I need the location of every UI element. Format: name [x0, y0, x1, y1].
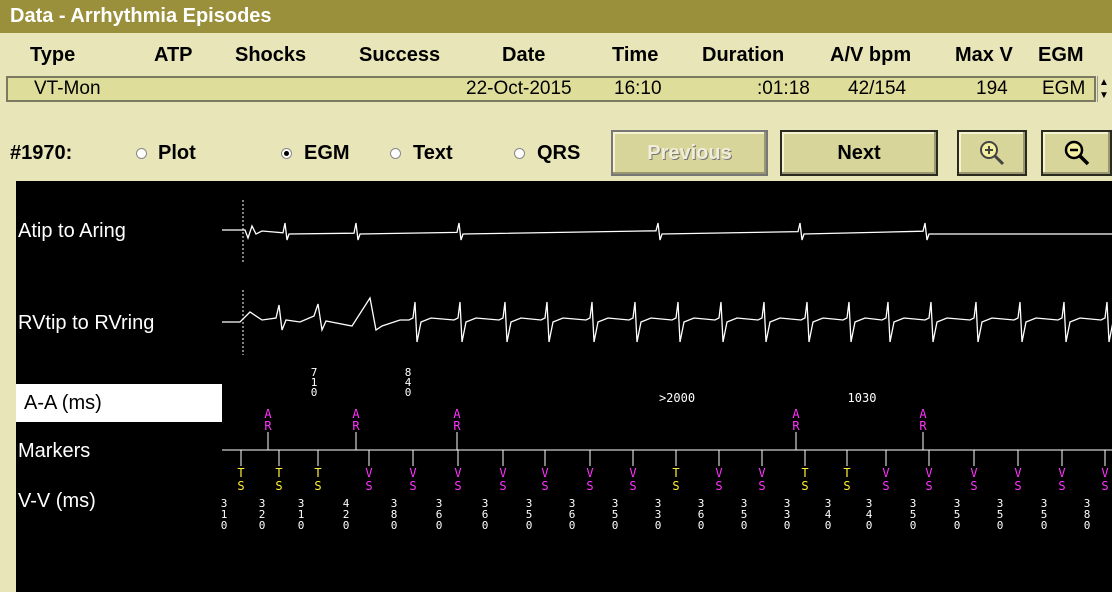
col-egm[interactable]: EGM [1038, 44, 1084, 67]
radio-plot[interactable] [136, 148, 147, 159]
radio-text-label[interactable]: Text [413, 142, 453, 165]
next-button[interactable]: Next [780, 130, 938, 176]
radio-text[interactable] [390, 148, 401, 159]
aa-interval-label: A-A (ms) [16, 384, 222, 422]
row-scroll-arrows[interactable]: ▲ ▼ [1097, 76, 1110, 102]
zoom-in-button[interactable] [957, 130, 1027, 176]
cell-time: 16:10 [614, 78, 662, 99]
col-duration[interactable]: Duration [702, 44, 784, 67]
cell-egm: EGM [1042, 78, 1086, 99]
vv-interval-label: V-V (ms) [18, 490, 96, 512]
col-shocks[interactable]: Shocks [235, 44, 306, 67]
view-controls: #1970: Plot EGM Text QRS Previous Next [0, 128, 1112, 178]
cell-av-bpm: 42/154 [848, 78, 907, 99]
channel-1-label: Atip to Aring [18, 220, 126, 242]
col-time[interactable]: Time [612, 44, 658, 67]
radio-qrs[interactable] [514, 148, 525, 159]
cell-duration: :01:18 [757, 78, 810, 99]
col-av-bpm[interactable]: A/V bpm [830, 44, 911, 67]
markers-label: Markers [18, 440, 91, 462]
radio-egm-label[interactable]: EGM [304, 142, 350, 165]
col-atp[interactable]: ATP [154, 44, 193, 67]
zoom-out-button[interactable] [1041, 130, 1112, 176]
zoom-out-icon [1064, 140, 1089, 166]
cell-max-v: 194 [976, 78, 1008, 99]
window-title: Data - Arrhythmia Episodes [0, 0, 1112, 33]
radio-egm[interactable] [281, 148, 292, 159]
channel-2-label: RVtip to RVring [18, 312, 155, 334]
cell-type: VT-Mon [34, 78, 101, 99]
zoom-in-icon [980, 141, 1005, 166]
table-header: Type ATP Shocks Success Date Time Durati… [0, 44, 1112, 72]
radio-plot-label[interactable]: Plot [158, 142, 196, 165]
col-success[interactable]: Success [359, 44, 440, 67]
table-row[interactable]: VT-Mon 22-Oct-2015 16:10 :01:18 42/154 1… [6, 76, 1096, 102]
episode-number: #1970: [10, 142, 73, 164]
col-max-v[interactable]: Max V [955, 44, 1013, 67]
col-date[interactable]: Date [502, 44, 545, 67]
cell-date: 22-Oct-2015 [466, 78, 572, 99]
col-type[interactable]: Type [30, 44, 75, 67]
radio-qrs-label[interactable]: QRS [537, 142, 580, 165]
previous-button[interactable]: Previous [611, 130, 768, 176]
